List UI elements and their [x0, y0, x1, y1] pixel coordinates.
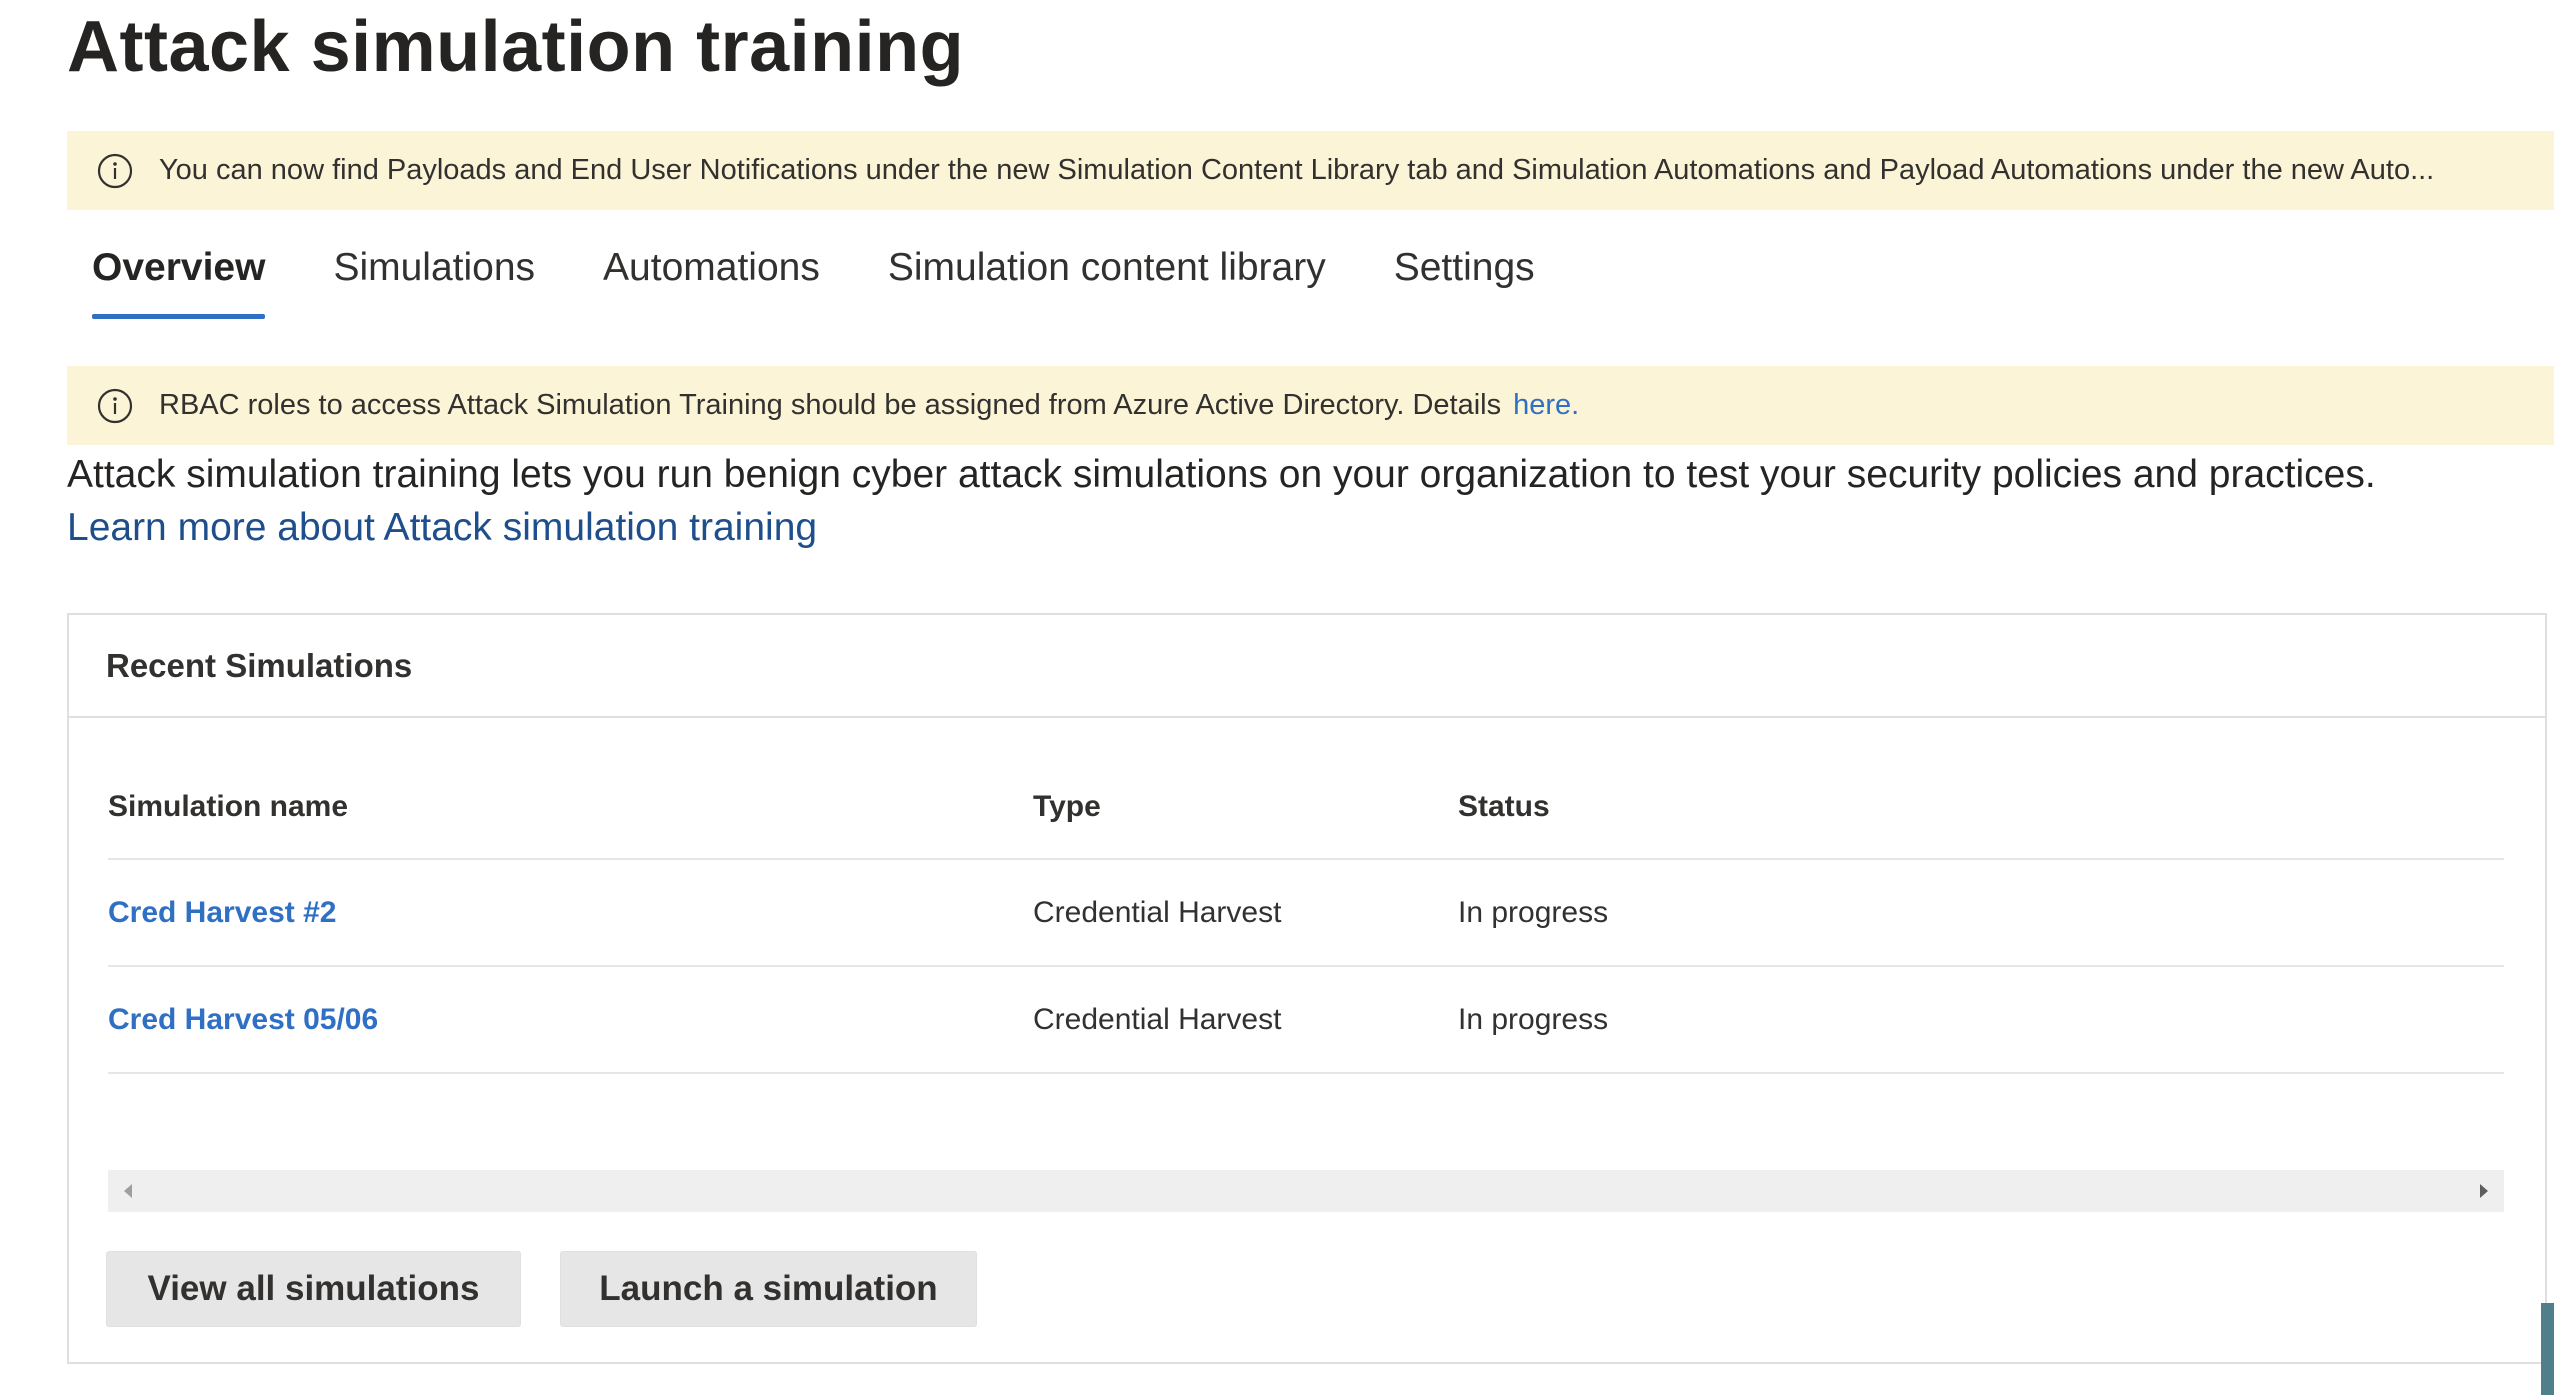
rbac-info-banner: RBAC roles to access Attack Simulation T…: [67, 366, 2554, 445]
simulations-table: Simulation name Type Status Cred Harvest…: [108, 755, 2504, 1074]
column-header-simulation-name[interactable]: Simulation name: [108, 755, 348, 858]
recent-simulations-card: Recent Simulations Simulation name Type …: [67, 613, 2547, 1364]
tab-overview[interactable]: Overview: [67, 236, 290, 319]
simulation-type-cell: Credential Harvest: [1033, 895, 1282, 929]
tab-bar: Overview Simulations Automations Simulat…: [67, 236, 1578, 326]
tab-simulation-content-library[interactable]: Simulation content library: [863, 236, 1351, 316]
content-library-info-banner: You can now find Payloads and End User N…: [67, 131, 2554, 210]
simulation-name-cell: Cred Harvest #2: [108, 860, 336, 965]
page-title: Attack simulation training: [67, 7, 965, 87]
table-row[interactable]: Cred Harvest #2 Credential Harvest In pr…: [108, 860, 2504, 967]
launch-simulation-button[interactable]: Launch a simulation: [560, 1251, 977, 1327]
tab-settings[interactable]: Settings: [1369, 236, 1560, 316]
rbac-banner-text: RBAC roles to access Attack Simulation T…: [159, 389, 1502, 421]
simulation-name-link[interactable]: Cred Harvest #2: [108, 896, 336, 930]
help-panel-edge[interactable]: [2541, 1303, 2554, 1395]
table-row[interactable]: Cred Harvest 05/06 Credential Harvest In…: [108, 967, 2504, 1074]
simulation-status-cell: In progress: [1458, 1002, 1609, 1036]
scroll-right-icon[interactable]: [2464, 1170, 2504, 1212]
card-header: Recent Simulations: [69, 615, 2545, 718]
info-icon: [95, 151, 135, 191]
info-icon: [95, 386, 135, 426]
learn-more-link[interactable]: Learn more about Attack simulation train…: [67, 502, 817, 554]
simulation-status-cell: In progress: [1458, 895, 1609, 929]
attack-simulation-overview-page: Attack simulation training You can now f…: [0, 0, 2554, 1395]
view-all-simulations-button[interactable]: View all simulations: [106, 1251, 521, 1327]
intro-description: Attack simulation training lets you run …: [67, 453, 2376, 496]
simulation-type-cell: Credential Harvest: [1033, 1002, 1282, 1036]
rbac-details-link[interactable]: here.: [1513, 389, 1579, 422]
simulation-name-link[interactable]: Cred Harvest 05/06: [108, 1003, 378, 1037]
tab-automations[interactable]: Automations: [578, 236, 845, 316]
tab-simulations[interactable]: Simulations: [308, 236, 560, 316]
content-library-banner-text: You can now find Payloads and End User N…: [159, 154, 2435, 186]
column-header-status[interactable]: Status: [1458, 755, 1550, 858]
simulation-name-cell: Cred Harvest 05/06: [108, 967, 378, 1072]
column-header-type[interactable]: Type: [1033, 755, 1101, 858]
table-header-row: Simulation name Type Status: [108, 755, 2504, 860]
scroll-left-icon[interactable]: [108, 1170, 148, 1212]
horizontal-scrollbar[interactable]: [108, 1170, 2504, 1212]
card-title: Recent Simulations: [106, 646, 413, 684]
